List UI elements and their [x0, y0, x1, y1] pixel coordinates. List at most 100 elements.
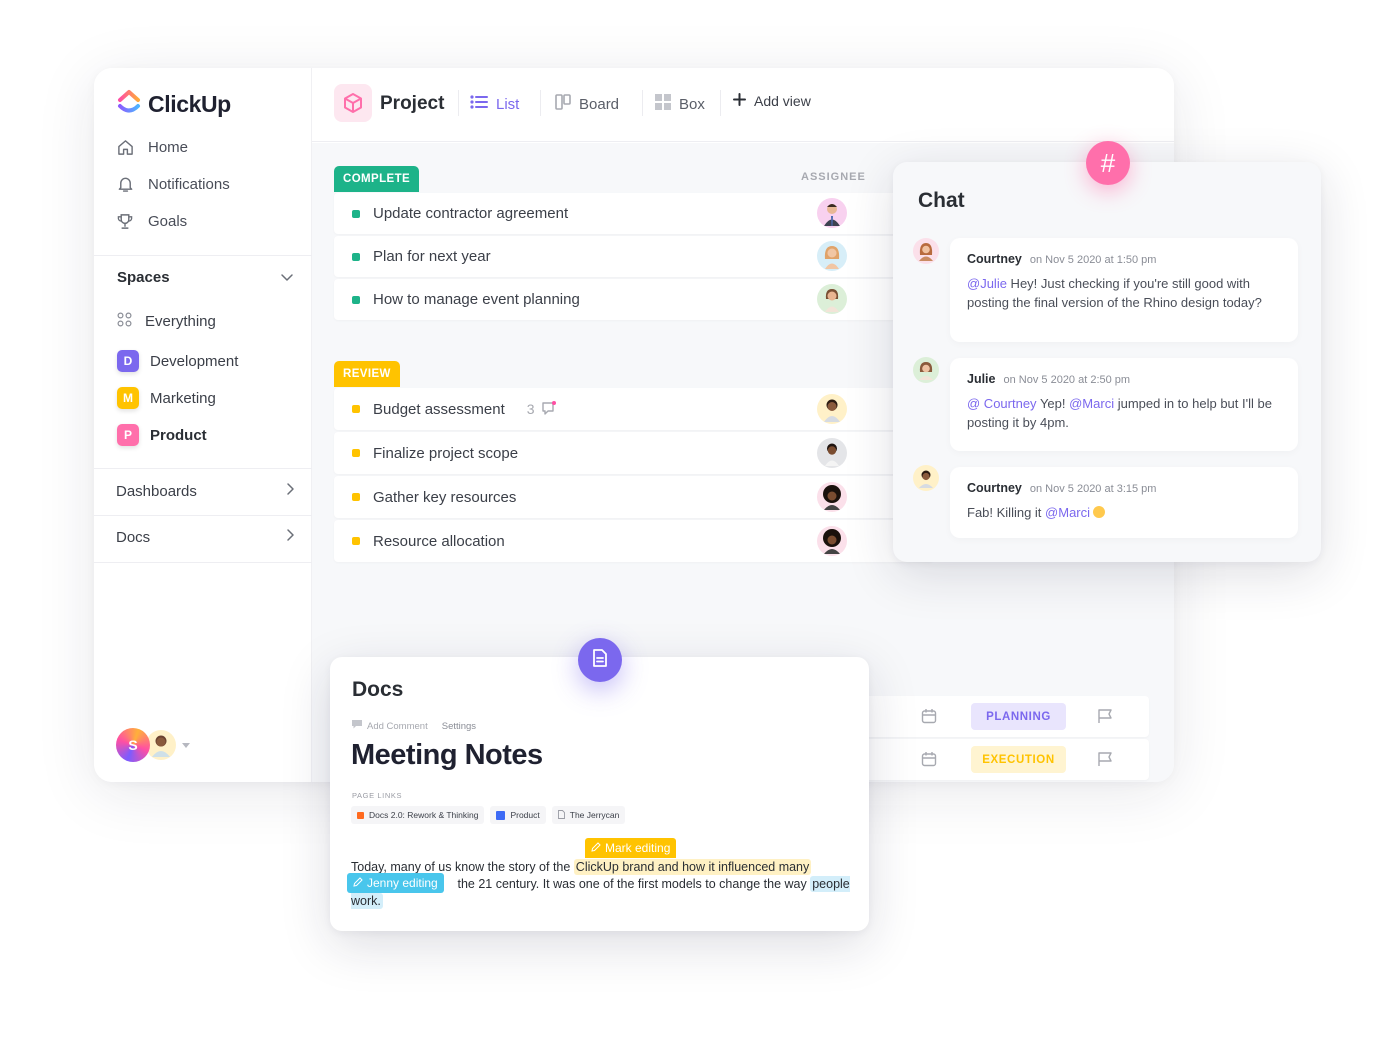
add-view-label: Add view: [754, 93, 811, 109]
task-name[interactable]: Resource allocation: [373, 533, 505, 550]
task-name[interactable]: How to manage event planning: [373, 291, 580, 308]
editor-tag-mark-label: Mark editing: [605, 841, 671, 855]
task-row[interactable]: Resource allocation: [334, 520, 934, 562]
space-marketing[interactable]: M Marketing: [117, 387, 216, 409]
group-status-complete[interactable]: COMPLETE: [334, 166, 420, 192]
message-author[interactable]: Julie: [967, 372, 996, 386]
brand-logo[interactable]: ClickUp: [116, 88, 231, 121]
assignee-avatar[interactable]: [817, 394, 847, 424]
section-dashboards-label: Dashboards: [116, 482, 197, 500]
message-body: @Julie Hey! Just checking if you're stil…: [967, 275, 1281, 312]
task-name[interactable]: Plan for next year: [373, 248, 491, 265]
status-dot: [352, 449, 360, 457]
add-comment-button[interactable]: Add Comment: [352, 720, 428, 732]
page-link[interactable]: Docs 2.0: Rework & Thinking: [351, 806, 485, 824]
comment-count-value: 3: [526, 401, 535, 417]
board-icon: [555, 94, 571, 114]
docs-title: Docs: [352, 678, 404, 701]
message-author[interactable]: Courtney: [967, 252, 1022, 266]
mention[interactable]: @Julie: [967, 276, 1007, 291]
page-link[interactable]: Product: [490, 806, 546, 824]
orange-square-icon: [357, 811, 364, 819]
section-dashboards[interactable]: Dashboards: [116, 482, 296, 500]
docs-button[interactable]: [578, 638, 622, 682]
docs-actions: Add Comment Settings: [352, 720, 476, 732]
mention[interactable]: @Marci: [1045, 505, 1090, 520]
doc-text: Today, many of us know the story of the: [351, 860, 574, 874]
sidebar-divider: [94, 515, 312, 516]
top-bar: Project List Board Box Add view: [312, 68, 1174, 142]
assignee-column-header[interactable]: ASSIGNEE: [801, 171, 866, 183]
assignee-avatar[interactable]: [817, 526, 847, 556]
doc-heading[interactable]: Meeting Notes: [351, 739, 543, 772]
tab-board-label: Board: [579, 95, 620, 113]
section-docs[interactable]: Docs: [116, 528, 296, 546]
brand-name: ClickUp: [148, 91, 231, 117]
assignee-avatar[interactable]: [817, 482, 847, 512]
chevron-right-icon: [284, 482, 296, 500]
task-row[interactable]: Budget assessment 3: [334, 388, 934, 430]
task-row[interactable]: Update contractor agreement: [334, 193, 934, 234]
assignee-avatar[interactable]: [817, 284, 847, 314]
message-author[interactable]: Courtney: [967, 481, 1022, 495]
user-menu[interactable]: S: [116, 728, 190, 762]
home-icon: [116, 138, 134, 156]
caret-down-icon: [182, 742, 190, 748]
spaces-heading: Spaces: [117, 269, 170, 286]
tab-list[interactable]: List: [470, 94, 519, 114]
nav-goals[interactable]: Goals: [116, 212, 187, 230]
space-product[interactable]: P Product: [117, 424, 207, 446]
list-icon: [470, 94, 488, 114]
task-name[interactable]: Budget assessment: [373, 401, 505, 418]
pencil-icon: [353, 876, 363, 890]
settings-button[interactable]: Settings: [442, 721, 476, 732]
flag-icon[interactable]: [1097, 751, 1113, 772]
stage-pill[interactable]: PLANNING: [971, 703, 1066, 730]
message-text: Hey! Just checking if you're still good …: [967, 276, 1262, 310]
message-body: @ Courtney Yep! @Marci jumped in to help…: [967, 395, 1281, 432]
page-link[interactable]: The Jerrycan: [551, 806, 626, 824]
calendar-icon[interactable]: [921, 751, 937, 772]
nav-notifications[interactable]: Notifications: [116, 175, 230, 193]
assignee-avatar[interactable]: [817, 438, 847, 468]
status-dot: [352, 405, 360, 413]
tab-list-label: List: [496, 95, 520, 113]
task-row[interactable]: Gather key resources: [334, 476, 934, 518]
mention[interactable]: @Marci: [1069, 396, 1114, 411]
space-badge-product: P: [117, 424, 139, 446]
comment-count[interactable]: 3: [527, 400, 557, 419]
nav-home[interactable]: Home: [116, 138, 188, 156]
mention[interactable]: @ Courtney: [967, 396, 1037, 411]
tab-board[interactable]: Board: [555, 94, 619, 114]
message-avatar[interactable]: [913, 465, 939, 491]
page-links-label: PAGE LINKS: [352, 791, 403, 800]
add-comment-label: Add Comment: [367, 720, 428, 732]
document-icon: [591, 648, 609, 673]
page-icon: [557, 809, 565, 821]
add-view-button[interactable]: Add view: [733, 93, 811, 109]
assignee-avatar[interactable]: [817, 241, 847, 271]
assignee-avatar[interactable]: [817, 198, 847, 228]
message-body: Fab! Killing it @Marci: [967, 504, 1281, 523]
task-row[interactable]: Finalize project scope: [334, 432, 934, 474]
calendar-icon[interactable]: [921, 708, 937, 729]
flag-icon[interactable]: [1097, 708, 1113, 729]
task-row[interactable]: Plan for next year: [334, 236, 934, 277]
bell-icon: [116, 175, 134, 193]
space-everything[interactable]: Everything: [117, 312, 216, 331]
group-status-review[interactable]: REVIEW: [334, 361, 400, 387]
task-row[interactable]: How to manage event planning: [334, 279, 934, 320]
space-marketing-label: Marketing: [150, 389, 216, 407]
chat-message: Courtney on Nov 5 2020 at 3:15 pm Fab! K…: [950, 467, 1298, 538]
task-name[interactable]: Finalize project scope: [373, 445, 518, 462]
task-name[interactable]: Update contractor agreement: [373, 205, 568, 222]
space-development[interactable]: D Development: [117, 350, 238, 372]
stage-pill[interactable]: EXECUTION: [971, 746, 1066, 773]
chevron-down-icon[interactable]: [280, 270, 294, 289]
message-avatar[interactable]: [913, 357, 939, 383]
tab-box[interactable]: Box: [655, 94, 705, 114]
view-separator: [458, 90, 459, 116]
chat-hash-button[interactable]: #: [1086, 141, 1130, 185]
message-avatar[interactable]: [913, 238, 939, 264]
task-name[interactable]: Gather key resources: [373, 489, 516, 506]
